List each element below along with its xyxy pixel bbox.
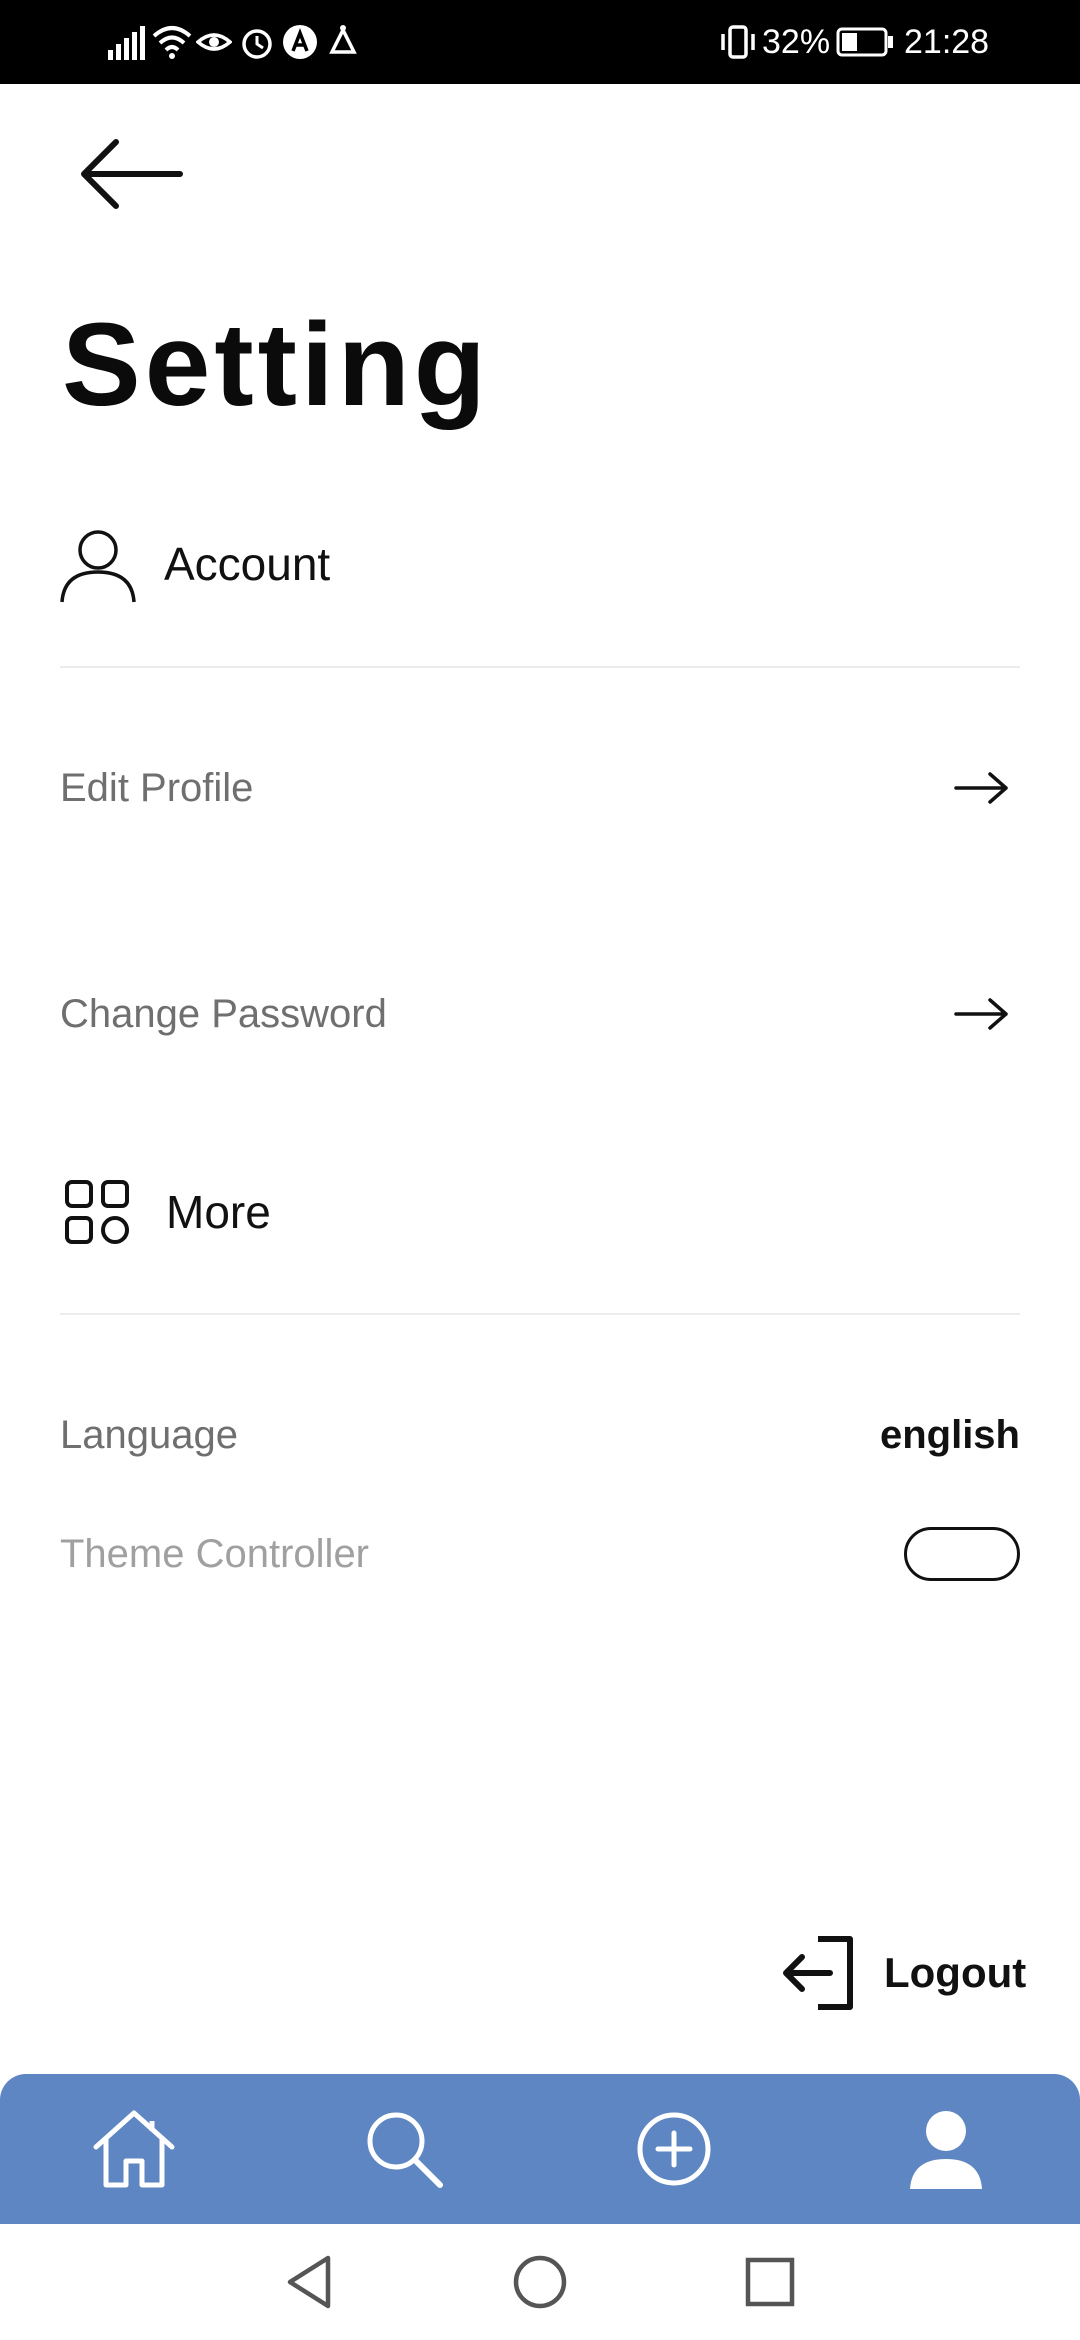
divider (60, 666, 1020, 668)
add-circle-icon (637, 2112, 711, 2186)
logout-button[interactable]: Logout (778, 1928, 1026, 2018)
logout-label: Logout (884, 1949, 1027, 1996)
arrow-right-icon (954, 998, 1008, 1030)
wifi-icon (152, 26, 192, 59)
change-password-label: Change Password (60, 991, 387, 1036)
edit-profile-row[interactable]: Edit Profile (60, 748, 1020, 828)
change-password-row[interactable]: Change Password (60, 974, 1020, 1054)
section-more-label: More (166, 1186, 271, 1238)
page-title: Setting (62, 299, 490, 431)
signal-icon (108, 26, 145, 60)
language-row[interactable]: Language english (60, 1400, 1020, 1470)
vibrate-icon (721, 25, 755, 59)
battery-icon (836, 27, 893, 57)
home-circle-icon[interactable] (510, 2252, 570, 2312)
nav-home[interactable] (84, 2104, 184, 2194)
clock: 21:28 (904, 23, 990, 61)
section-account-label: Account (164, 538, 331, 590)
eye-comfort-icon (196, 33, 232, 51)
user-outline-icon (60, 530, 136, 603)
arrow-left-icon (81, 139, 183, 209)
language-label: Language (60, 1412, 238, 1457)
divider (60, 1313, 1020, 1315)
status-bar: 32% 21:28 (0, 0, 1080, 84)
arrow-right-icon (954, 772, 1008, 804)
bottom-nav (0, 2074, 1080, 2224)
logout-icon (783, 1936, 853, 2010)
person-icon (910, 2111, 982, 2189)
app-notification-icon (283, 25, 317, 59)
grid-icon (65, 1180, 129, 1244)
back-button[interactable] (76, 130, 196, 220)
search-icon (367, 2112, 443, 2188)
recents-square-icon[interactable] (740, 2252, 800, 2312)
nav-search[interactable] (354, 2104, 454, 2194)
theme-toggle[interactable] (904, 1527, 1020, 1581)
edit-profile-label: Edit Profile (60, 765, 254, 810)
alarm-icon (242, 29, 272, 59)
nav-profile[interactable] (896, 2104, 996, 2194)
section-more: More (64, 1172, 271, 1252)
back-triangle-icon[interactable] (280, 2252, 340, 2312)
section-account: Account (58, 524, 330, 604)
battery-percent: 32% (762, 23, 831, 61)
home-icon (93, 2110, 175, 2188)
nav-add[interactable] (624, 2104, 724, 2194)
notification-icon (329, 25, 357, 54)
theme-row: Theme Controller (60, 1519, 1020, 1589)
theme-label: Theme Controller (60, 1531, 370, 1576)
language-value[interactable]: english (880, 1413, 1020, 1458)
system-nav (0, 2224, 1080, 2340)
